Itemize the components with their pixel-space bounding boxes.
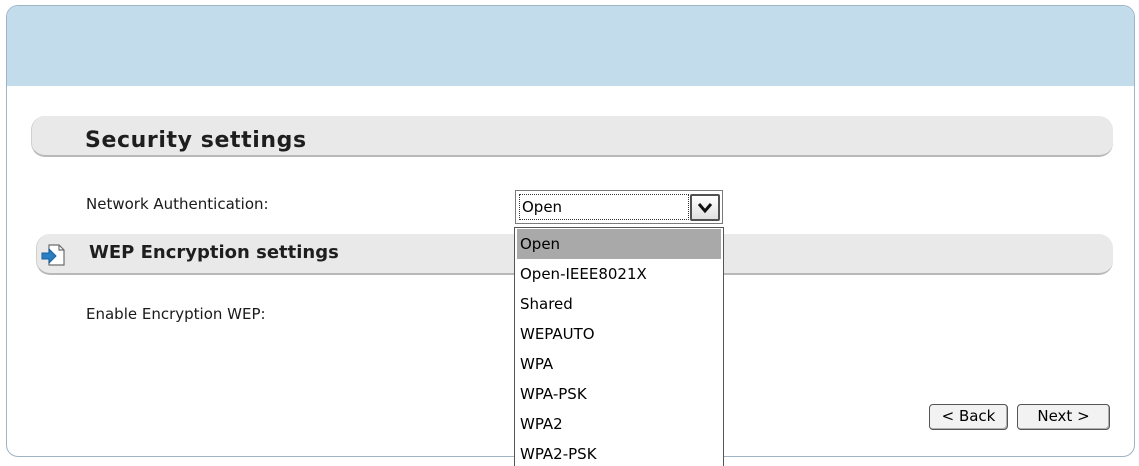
security-settings-title: Security settings <box>85 128 307 153</box>
dropdown-option[interactable]: Open <box>517 229 721 259</box>
network-authentication-label: Network Authentication: <box>86 195 269 213</box>
wep-encryption-title: WEP Encryption settings <box>89 242 339 263</box>
dropdown-option[interactable]: WPA-PSK <box>517 379 721 409</box>
dropdown-option[interactable]: Open-IEEE8021X <box>517 259 721 289</box>
next-button[interactable]: Next > <box>1017 404 1110 430</box>
dropdown-option[interactable]: WPA2 <box>517 409 721 439</box>
dropdown-option[interactable]: WPA <box>517 349 721 379</box>
back-button[interactable]: < Back <box>929 404 1008 430</box>
network-authentication-value: Open <box>519 194 689 220</box>
enable-encryption-wep-label: Enable Encryption WEP: <box>86 305 266 323</box>
dropdown-arrow-button[interactable] <box>690 194 720 221</box>
chevron-down-icon <box>697 203 713 214</box>
network-authentication-select[interactable]: Open <box>515 190 723 224</box>
dropdown-option[interactable]: WEPAUTO <box>517 319 721 349</box>
page-arrow-icon[interactable] <box>40 243 66 267</box>
network-authentication-dropdown: Open Open-IEEE8021X Shared WEPAUTO WPA W… <box>514 227 724 466</box>
dropdown-option[interactable]: WPA2-PSK <box>517 439 721 466</box>
frame-header <box>7 6 1134 86</box>
dropdown-option[interactable]: Shared <box>517 289 721 319</box>
